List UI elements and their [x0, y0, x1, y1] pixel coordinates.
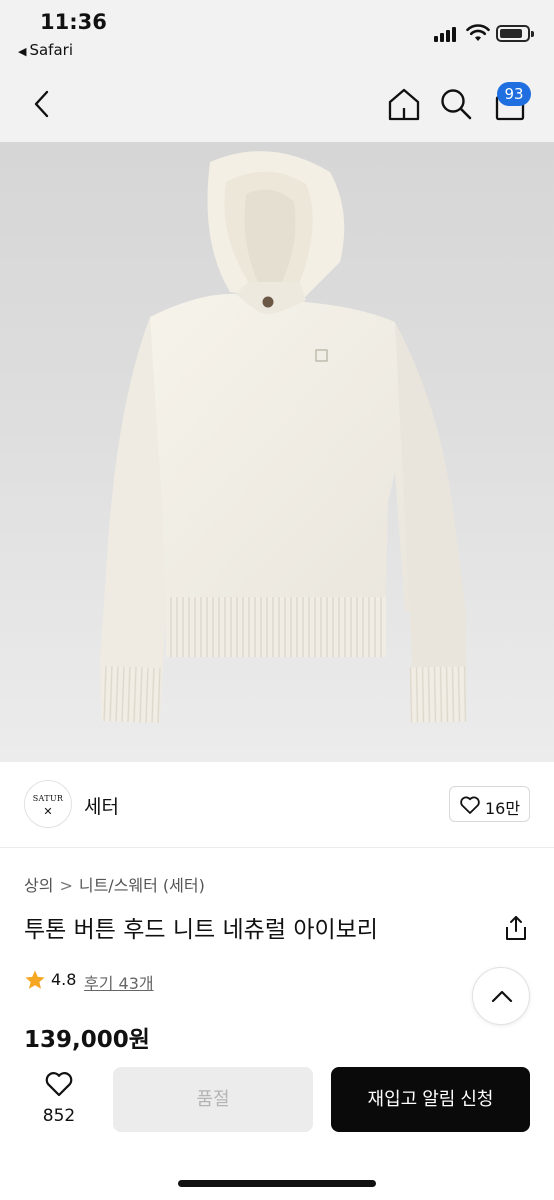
search-icon[interactable] [438, 86, 474, 122]
back-to-app-link[interactable]: ◀ Safari [18, 41, 73, 59]
restock-alert-button[interactable]: 재입고 알림 신청 [331, 1067, 530, 1132]
status-bar: 11:36 ◀ Safari [0, 0, 554, 66]
home-icon[interactable] [386, 86, 422, 122]
chevron-up-icon [491, 990, 513, 1003]
product-image[interactable] [0, 142, 554, 762]
heart-outline-icon [45, 1072, 73, 1097]
status-time: 11:36 [40, 10, 107, 34]
wifi-icon [466, 24, 490, 41]
breadcrumb: 상의 > 니트/스웨터 (세터) [24, 872, 205, 896]
brand-row: SATUR ✕ 세터 16만 [0, 762, 554, 848]
heart-outline-icon [460, 796, 480, 814]
back-triangle-icon: ◀ [18, 45, 27, 58]
battery-icon [496, 25, 534, 42]
rating-score: 4.8 [51, 970, 77, 989]
soldout-button: 품절 [113, 1067, 313, 1132]
breadcrumb-item-knit[interactable]: 니트/스웨터 (세터) [79, 876, 205, 895]
brand-like-button[interactable]: 16만 [449, 786, 530, 822]
review-count-link[interactable]: 후기 43개 [84, 970, 154, 994]
back-app-label: Safari [29, 41, 73, 59]
breadcrumb-item-top[interactable]: 상의 [24, 876, 53, 895]
star-icon [25, 970, 45, 989]
signal-icon [434, 26, 460, 42]
top-navigation-bar: 93 [0, 66, 554, 142]
wishlist-button[interactable]: 852 [30, 1070, 88, 1132]
breadcrumb-separator-icon: > [59, 876, 73, 895]
product-title: 투톤 버튼 후드 니트 네츄럴 아이보리 [24, 917, 378, 943]
cart-count-badge: 93 [497, 82, 531, 106]
brand-name[interactable]: 세터 [84, 792, 119, 819]
home-indicator[interactable] [178, 1180, 376, 1187]
brand-logo-text: SATUR [32, 794, 64, 803]
share-icon[interactable] [503, 914, 529, 942]
product-price: 139,000원 [24, 1027, 150, 1053]
scroll-top-button[interactable] [472, 967, 530, 1025]
hoodie-sweater-product-photo [100, 151, 467, 723]
bottom-action-bar: 852 품절 재입고 알림 신청 [0, 1056, 554, 1200]
brand-logo-mark: ✕ [43, 805, 53, 818]
brand-logo[interactable]: SATUR ✕ [24, 780, 72, 828]
wishlist-count: 852 [42, 1106, 76, 1126]
back-chevron-icon[interactable] [28, 88, 56, 120]
brand-like-count: 16만 [485, 799, 521, 818]
